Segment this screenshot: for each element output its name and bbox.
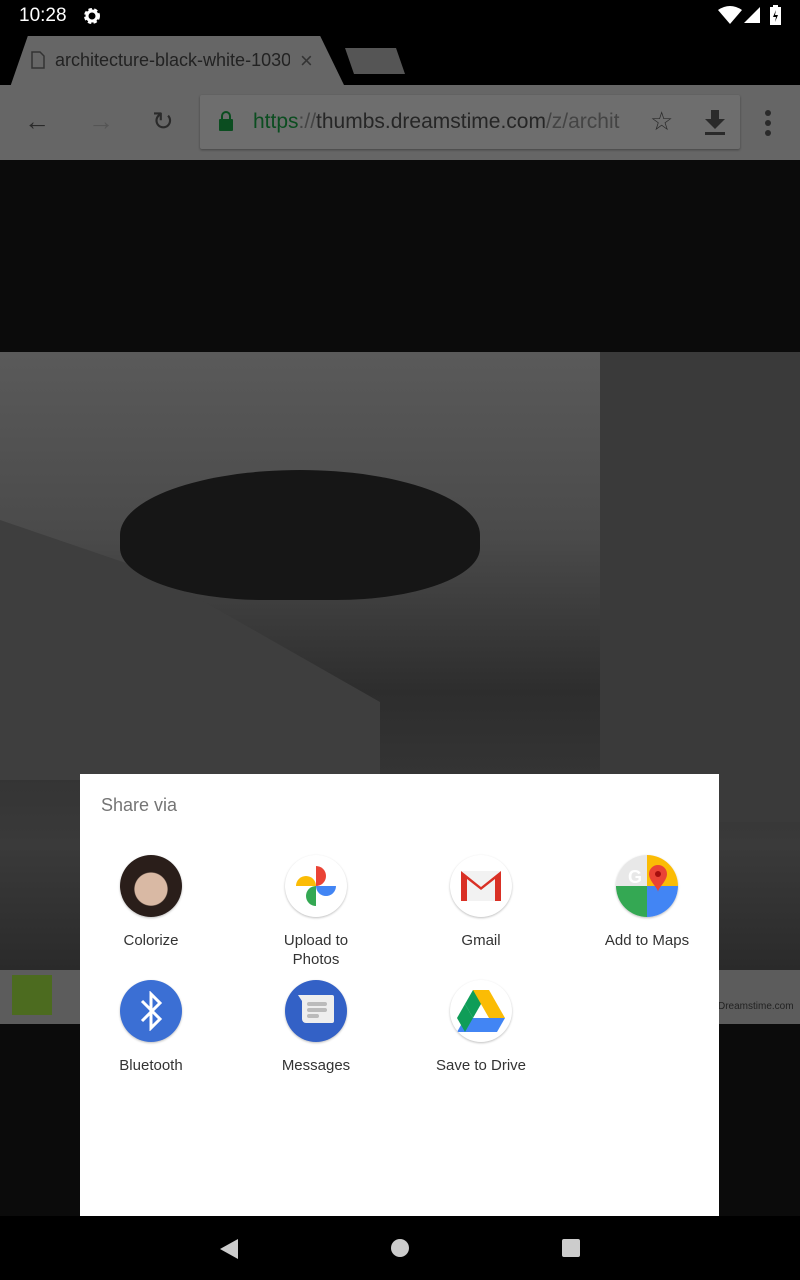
colorize-icon xyxy=(120,855,182,917)
svg-text:G: G xyxy=(628,867,642,887)
share-app-photos[interactable]: Upload to Photos xyxy=(236,855,396,969)
back-nav-icon[interactable] xyxy=(219,1238,239,1260)
share-app-bluetooth[interactable]: Bluetooth xyxy=(71,980,231,1075)
signal-icon xyxy=(744,7,760,23)
new-tab-button[interactable] xyxy=(345,48,405,74)
share-app-gmail[interactable]: Gmail xyxy=(401,855,561,950)
settings-icon xyxy=(84,8,100,24)
page-icon xyxy=(31,51,45,69)
back-icon[interactable]: ← xyxy=(24,106,50,137)
google-drive-icon xyxy=(450,980,512,1042)
tab-title: architecture-black-white-1030 xyxy=(55,50,290,70)
bookmark-star-icon[interactable]: ☆ xyxy=(650,106,673,137)
battery-charging-icon xyxy=(770,5,781,25)
share-app-colorize[interactable]: Colorize xyxy=(71,855,231,950)
photo-building-right xyxy=(600,352,800,822)
download-icon[interactable] xyxy=(704,110,726,136)
google-maps-icon: G xyxy=(616,855,678,917)
url-text[interactable]: https://thumbs.dreamstime.com/z/archit xyxy=(253,110,638,134)
wifi-icon xyxy=(718,6,742,24)
share-app-maps[interactable]: G Add to Maps xyxy=(567,855,727,950)
reload-icon[interactable]: ↻ xyxy=(152,106,174,137)
share-app-drive[interactable]: Save to Drive xyxy=(401,980,561,1075)
recents-nav-icon[interactable] xyxy=(561,1238,581,1258)
clock: 10:28 xyxy=(19,5,67,26)
google-photos-icon xyxy=(285,855,347,917)
navigation-bar xyxy=(0,1216,800,1280)
photo-trees xyxy=(120,470,480,600)
dreamstime-logo xyxy=(12,975,52,1015)
home-nav-icon[interactable] xyxy=(390,1238,410,1258)
forward-icon[interactable]: → xyxy=(88,106,114,137)
share-app-messages[interactable]: Messages xyxy=(236,980,396,1075)
close-tab-icon[interactable]: × xyxy=(300,48,313,74)
share-dialog-title: Share via xyxy=(101,795,178,815)
lock-icon xyxy=(219,111,233,131)
status-bar: 10:28 xyxy=(0,0,800,32)
messages-icon xyxy=(285,980,347,1042)
more-menu-icon[interactable] xyxy=(764,110,772,136)
gmail-icon xyxy=(450,855,512,917)
bluetooth-icon xyxy=(120,980,182,1042)
ad-site-text: Dreamstime.com xyxy=(718,1001,794,1012)
